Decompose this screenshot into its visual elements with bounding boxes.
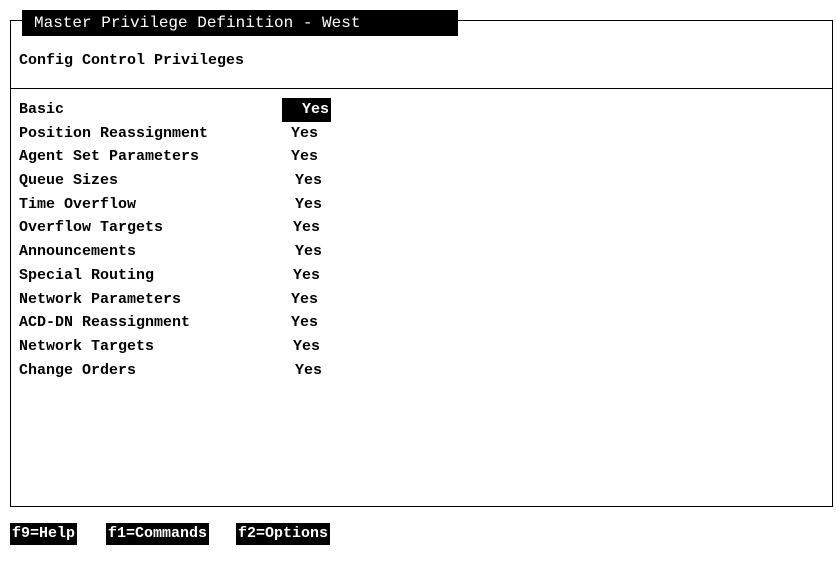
fkey-label: Help	[39, 525, 76, 542]
privilege-label: Announcements	[19, 243, 137, 261]
fkey-code: f1	[108, 525, 127, 542]
privilege-value[interactable]: Yes	[295, 169, 322, 193]
section-title: Config Control Privileges	[19, 52, 245, 69]
privilege-row-queue-sizes[interactable]: Queue Sizes Yes	[19, 169, 349, 193]
fkey-label: Options	[265, 525, 329, 542]
fkey-code: f2	[238, 525, 257, 542]
privilege-value[interactable]: Yes	[291, 122, 318, 146]
window-title: Master Privilege Definition - West	[22, 10, 458, 36]
privilege-row-basic[interactable]: Basic Yes	[19, 98, 349, 122]
privilege-row-overflow-targets[interactable]: Overflow Targets Yes	[19, 216, 349, 240]
privilege-label: Queue Sizes	[19, 172, 119, 190]
commands-key-button[interactable]: f1=Commands	[106, 523, 210, 545]
privilege-row-network-targets[interactable]: Network Targets Yes	[19, 335, 349, 359]
privilege-value[interactable]: Yes	[295, 193, 322, 217]
privilege-label: Overflow Targets	[19, 219, 164, 237]
privilege-row-agent-set-parameters[interactable]: Agent Set Parameters Yes	[19, 145, 349, 169]
privilege-value[interactable]: Yes	[282, 98, 332, 122]
privilege-row-special-routing[interactable]: Special Routing Yes	[19, 264, 349, 288]
privilege-value[interactable]: Yes	[291, 311, 318, 335]
privilege-label: Time Overflow	[19, 195, 137, 213]
privilege-row-network-parameters[interactable]: Network Parameters Yes	[19, 288, 349, 312]
privilege-row-time-overflow[interactable]: Time Overflow Yes	[19, 193, 349, 217]
privilege-row-acd-dn-reassignment[interactable]: ACD-DN Reassignment Yes	[19, 311, 349, 335]
privilege-row-announcements[interactable]: Announcements Yes	[19, 240, 349, 264]
divider	[10, 88, 833, 89]
help-key-button[interactable]: f9=Help	[10, 523, 78, 545]
fkey-code: f9	[12, 525, 31, 542]
privilege-label: Basic	[19, 101, 65, 118]
privilege-value[interactable]: Yes	[293, 264, 320, 288]
privilege-label: Network Parameters	[19, 290, 182, 308]
privilege-row-position-reassignment[interactable]: Position Reassignment Yes	[19, 122, 349, 146]
privilege-list: Basic Yes Position Reassignment Yes Agen…	[19, 98, 349, 382]
privilege-value[interactable]: Yes	[293, 216, 320, 240]
privilege-label: Position Reassignment	[19, 124, 209, 142]
privilege-label: Network Targets	[19, 337, 155, 355]
privilege-value[interactable]: Yes	[291, 288, 318, 312]
privilege-label: Special Routing	[19, 266, 155, 284]
privilege-value[interactable]: Yes	[295, 240, 322, 264]
privilege-value[interactable]: Yes	[295, 359, 322, 383]
privilege-value[interactable]: Yes	[291, 145, 318, 169]
privilege-value[interactable]: Yes	[293, 335, 320, 359]
privilege-row-change-orders[interactable]: Change Orders Yes	[19, 359, 349, 383]
options-key-button[interactable]: f2=Options	[236, 523, 331, 545]
privilege-label: Agent Set Parameters	[19, 148, 200, 166]
fkey-label: Commands	[135, 525, 208, 542]
privilege-label: Change Orders	[19, 361, 137, 379]
privilege-label: ACD-DN Reassignment	[19, 314, 191, 332]
